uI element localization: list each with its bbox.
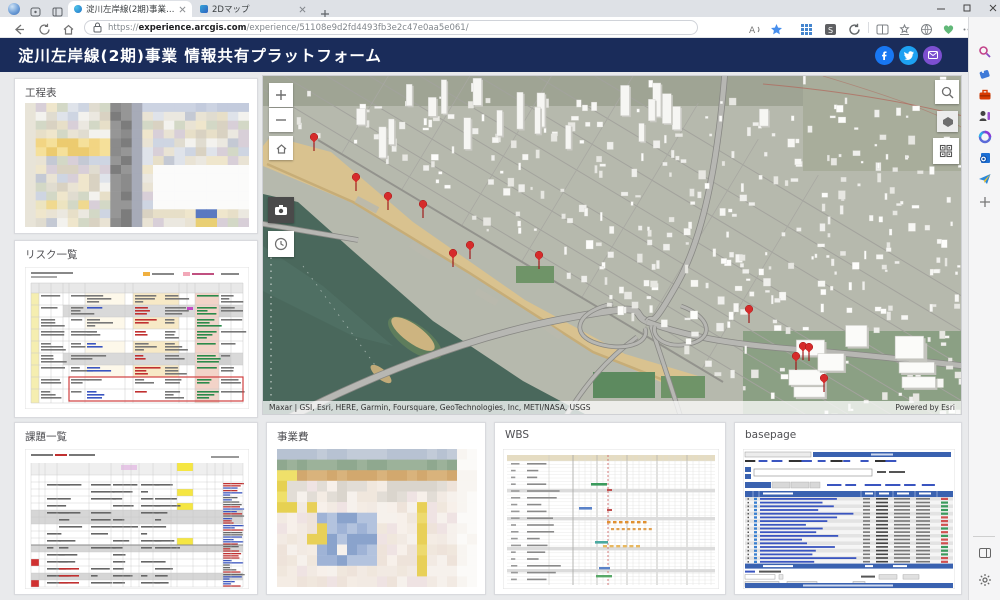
sidebar-designer-icon[interactable] — [978, 129, 992, 143]
panel-schedule: 工程表 — [14, 78, 258, 234]
split-screen-icon[interactable] — [876, 21, 889, 34]
extension-s-icon[interactable]: S — [824, 21, 837, 34]
tab-favicon — [200, 5, 208, 13]
home-icon[interactable] — [62, 21, 75, 34]
extension-sync-icon[interactable] — [848, 21, 861, 34]
home-extent-button[interactable] — [269, 136, 293, 160]
profile-avatar[interactable] — [8, 3, 20, 15]
zoom-out-button[interactable] — [269, 108, 293, 132]
panel-basepage: basepage — [734, 422, 962, 595]
panel-wbs-title: WBS — [495, 423, 725, 443]
panel-cost-title: 事業費 — [267, 423, 485, 446]
panel-issues: 課題一覧 — [14, 422, 258, 595]
panel-basepage-title: basepage — [735, 423, 961, 443]
url-prefix: https:// — [108, 23, 138, 33]
zoom-in-button[interactable] — [269, 83, 293, 107]
panel-wbs: WBS — [494, 422, 726, 595]
sidebar-drop-icon[interactable] — [978, 171, 992, 185]
workspaces-icon[interactable] — [30, 3, 42, 15]
toolbar-divider — [868, 22, 869, 33]
basepage-image — [743, 449, 955, 593]
sidebar-outlook-icon[interactable] — [978, 150, 992, 164]
sidebar-people-icon[interactable] — [978, 108, 992, 122]
basemap-button[interactable] — [937, 111, 958, 132]
email-icon[interactable] — [923, 46, 942, 65]
vertical-tabs-icon[interactable] — [52, 3, 64, 15]
svg-text:S: S — [828, 26, 833, 35]
search-button[interactable] — [935, 80, 959, 104]
scene-map[interactable]: Maxar | GSI, Esri, HERE, Garmin, Foursqu… — [262, 75, 962, 415]
sidebar-shopping-icon[interactable] — [978, 66, 992, 80]
panel-risk: リスク一覧 — [14, 240, 258, 418]
maximize-button[interactable] — [954, 0, 980, 16]
twitter-icon[interactable] — [899, 46, 918, 65]
schedule-image — [25, 103, 249, 231]
lock-icon — [93, 22, 102, 33]
sidebar-tools-icon[interactable] — [978, 87, 992, 101]
daylight-clock-button[interactable] — [268, 231, 294, 257]
browser-guard-icon[interactable] — [920, 21, 933, 34]
address-bar[interactable]: https://experience.arcgis.com/experience… — [84, 20, 698, 35]
panel-cost: 事業費 — [266, 422, 486, 595]
favorite-star-icon[interactable] — [770, 21, 783, 34]
powered-by-esri: Powered by Esri — [895, 403, 955, 412]
sidebar-search-icon[interactable] — [978, 44, 992, 58]
collections-icon[interactable] — [898, 21, 911, 34]
tab-close-icon[interactable] — [179, 6, 186, 13]
tab-title: 2Dマップ — [212, 3, 295, 15]
back-icon[interactable] — [12, 21, 25, 34]
sidebar-add-icon[interactable] — [978, 194, 992, 208]
browser-titlebar: 淀川左岸線(2期)事業 情報共有... 2Dマップ — [0, 0, 1000, 17]
sidebar-settings-icon[interactable] — [978, 572, 992, 586]
attribution-sources: Maxar | GSI, Esri, HERE, Garmin, Foursqu… — [269, 403, 590, 412]
tab-close-icon[interactable] — [299, 6, 306, 13]
sidebar-panel-icon[interactable] — [978, 545, 992, 559]
minimize-button[interactable] — [928, 0, 954, 16]
sidebar-divider — [973, 536, 995, 537]
panel-risk-title: リスク一覧 — [15, 241, 257, 264]
url-path: /experience/51108e9d2fd4493fb3e2c47e0aa5… — [247, 23, 469, 33]
read-aloud-icon[interactable]: A — [748, 21, 761, 34]
map-attribution: Maxar | GSI, Esri, HERE, Garmin, Foursqu… — [263, 401, 961, 414]
app-title: 淀川左岸線(2期)事業 情報共有プラットフォーム — [18, 44, 382, 66]
apps-grid-icon[interactable] — [800, 21, 813, 34]
edge-sidebar — [968, 17, 1000, 600]
issues-image — [25, 449, 249, 593]
tab-favicon — [74, 5, 82, 13]
refresh-icon[interactable] — [38, 21, 51, 34]
facebook-icon[interactable] — [875, 46, 894, 65]
panel-schedule-title: 工程表 — [15, 79, 257, 102]
app-header: 淀川左岸線(2期)事業 情報共有プラットフォーム — [0, 38, 968, 72]
tab-yodogawa[interactable]: 淀川左岸線(2期)事業 情報共有... — [68, 1, 192, 17]
risk-image — [25, 267, 249, 413]
layers-grid-button[interactable] — [933, 138, 959, 164]
wbs-image — [503, 449, 719, 593]
tab-title: 淀川左岸線(2期)事業 情報共有... — [86, 3, 175, 15]
url-domain: experience.arcgis.com — [138, 23, 246, 33]
screenshot-camera-button[interactable] — [268, 197, 294, 223]
close-button[interactable] — [980, 0, 1000, 16]
cost-image — [277, 449, 477, 591]
map-canvas — [263, 76, 962, 415]
browser-essentials-icon[interactable] — [942, 21, 955, 34]
panel-issues-title: 課題一覧 — [15, 423, 257, 446]
tab-2dmap[interactable]: 2Dマップ — [194, 1, 312, 17]
svg-text:A: A — [749, 26, 756, 36]
